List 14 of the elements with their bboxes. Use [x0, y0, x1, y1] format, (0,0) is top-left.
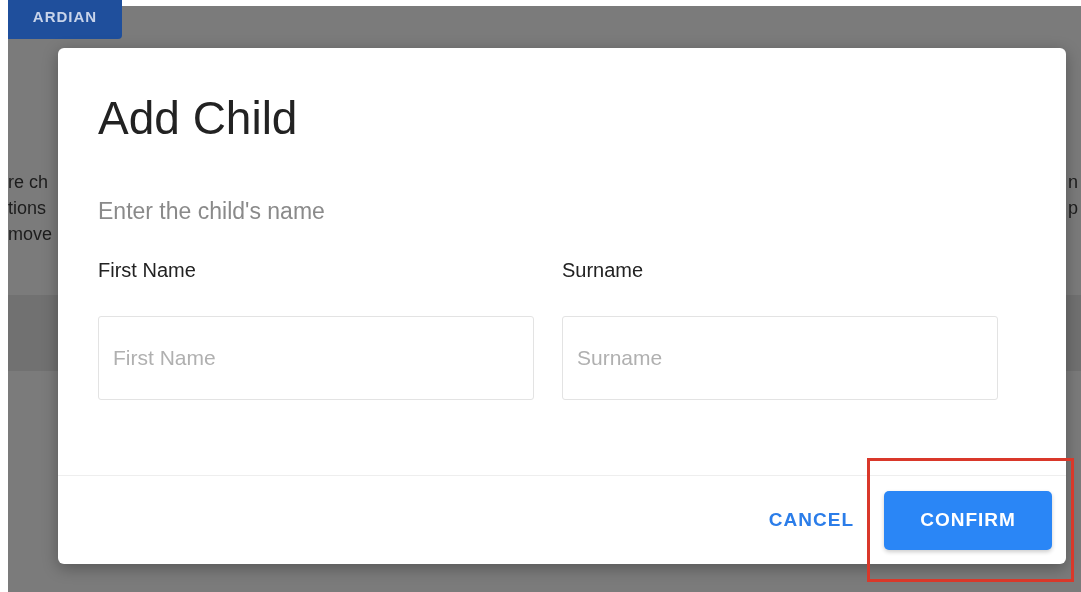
dialog-subtitle: Enter the child's name: [98, 198, 326, 225]
field-label: First Name: [98, 259, 197, 282]
field-label: Surname: [562, 259, 645, 282]
page-text-fragment: re ch: [8, 171, 50, 194]
page-text-fragment: tions: [8, 197, 48, 220]
add-guardian-button[interactable]: ARDIAN: [8, 0, 122, 39]
page-text-fragment: n: [1068, 171, 1078, 194]
dialog-title: Add Child: [98, 91, 299, 146]
input-field[interactable]: First Name: [98, 316, 534, 400]
page-text-fragment: move: [8, 223, 53, 246]
page-text-fragment: p: [1068, 197, 1078, 220]
confirm-button[interactable]: CONFIRM: [884, 490, 1052, 550]
input-field[interactable]: Surname: [562, 316, 998, 400]
cancel-button[interactable]: CANCEL: [752, 501, 870, 539]
